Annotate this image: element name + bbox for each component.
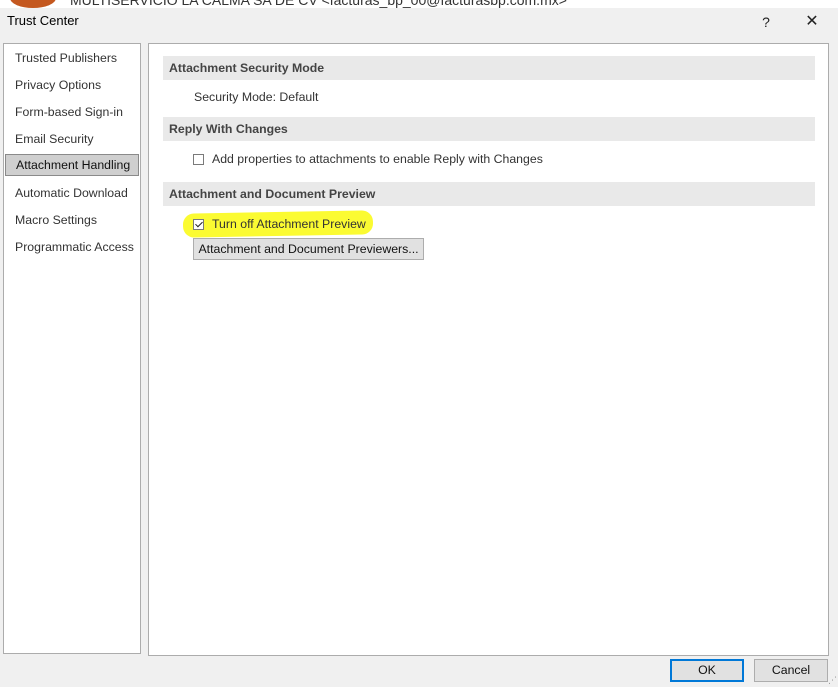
security-mode-text: Security Mode: Default [194, 90, 319, 104]
reply-with-changes-header: Reply With Changes [163, 117, 815, 141]
attachment-handling-panel: Attachment Security Mode Security Mode: … [148, 43, 829, 656]
sidebar-item-form-based-sign-in[interactable]: Form-based Sign-in [4, 101, 140, 123]
help-button[interactable]: ? [752, 11, 780, 33]
sidebar-item-macro-settings[interactable]: Macro Settings [4, 209, 140, 231]
sidebar-item-trusted-publishers[interactable]: Trusted Publishers [4, 47, 140, 69]
sender-avatar [10, 0, 56, 8]
turn-off-preview-label[interactable]: Turn off Attachment Preview [212, 217, 366, 231]
dialog-titlebar: Trust Center ? ✕ [0, 8, 838, 36]
attachment-preview-header: Attachment and Document Preview [163, 182, 815, 206]
ok-button[interactable]: OK [670, 659, 744, 682]
background-sender-text: MULTISERVICIO LA CALMA SA DE CV <factura… [70, 0, 567, 8]
turn-off-preview-checkbox[interactable] [193, 218, 204, 230]
sidebar-item-automatic-download[interactable]: Automatic Download [4, 182, 140, 204]
attachment-security-mode-header: Attachment Security Mode [163, 56, 815, 80]
reply-with-changes-label[interactable]: Add properties to attachments to enable … [212, 152, 543, 166]
trust-center-sidebar: Trusted Publishers Privacy Options Form-… [3, 43, 141, 654]
cancel-button[interactable]: Cancel [754, 659, 828, 682]
sidebar-item-email-security[interactable]: Email Security [4, 128, 140, 150]
close-button[interactable]: ✕ [798, 11, 826, 33]
background-window-strip: MULTISERVICIO LA CALMA SA DE CV <factura… [0, 0, 838, 8]
previewers-button[interactable]: Attachment and Document Previewers... [193, 238, 424, 260]
turn-off-preview-row[interactable]: Turn off Attachment Preview [193, 215, 366, 233]
dialog-title: Trust Center [7, 13, 79, 28]
reply-with-changes-checkbox[interactable] [193, 153, 204, 165]
sidebar-item-privacy-options[interactable]: Privacy Options [4, 74, 140, 96]
sidebar-item-programmatic-access[interactable]: Programmatic Access [4, 236, 140, 258]
reply-with-changes-row[interactable]: Add properties to attachments to enable … [193, 150, 543, 168]
resize-grip-icon[interactable]: ⋰ [828, 675, 837, 686]
sidebar-item-attachment-handling[interactable]: Attachment Handling [5, 154, 139, 176]
